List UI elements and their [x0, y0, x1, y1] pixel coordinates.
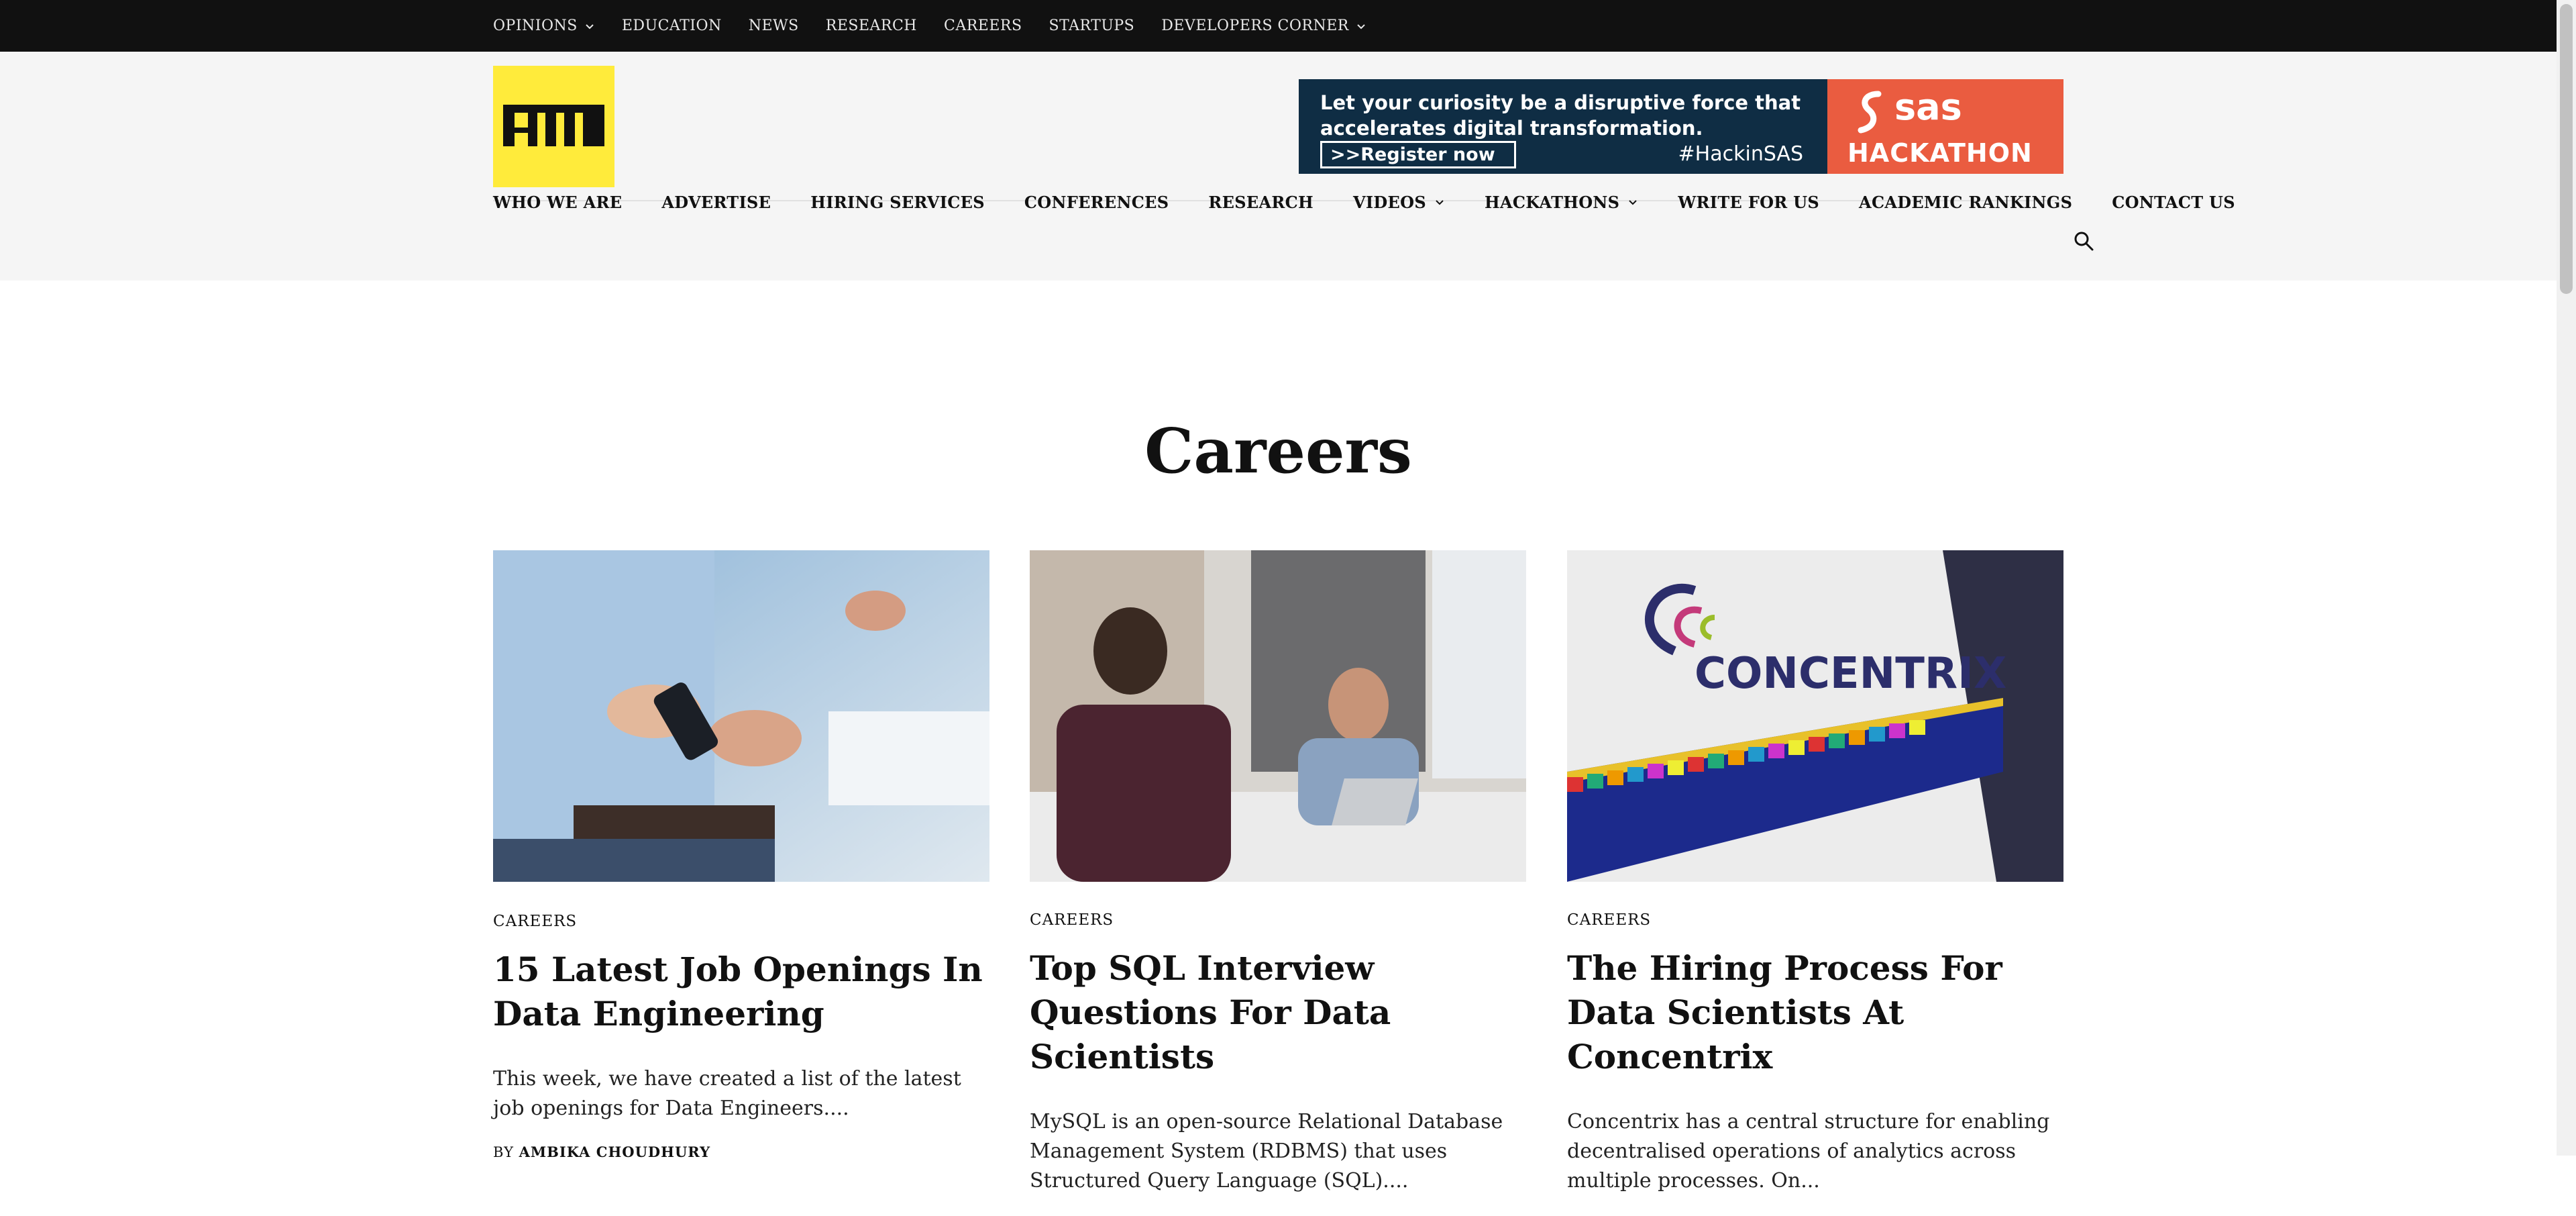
- handshake-phone-photo: [493, 550, 989, 882]
- article-excerpt: MySQL is an open-source Relational Datab…: [1030, 1109, 1503, 1193]
- mainnav-label: WRITE FOR US: [1678, 192, 1820, 212]
- concentrix-sign: CONCENTRIX: [1695, 649, 2006, 699]
- mainnav-label: CONFERENCES: [1024, 192, 1169, 212]
- site-logo[interactable]: [493, 66, 614, 187]
- article-excerpt: Concentrix has a central structure for e…: [1567, 1109, 2050, 1193]
- chevron-down-icon: [586, 23, 594, 29]
- topnav-label: RESEARCH: [825, 17, 917, 34]
- topnav-item-startups[interactable]: STARTUPS: [1049, 17, 1135, 34]
- topnav-item-research[interactable]: RESEARCH: [826, 17, 917, 34]
- chevron-down-icon: [1629, 200, 1638, 205]
- topnav-item-news[interactable]: NEWS: [749, 17, 799, 34]
- mainnav-item-research[interactable]: RESEARCH: [1208, 193, 1313, 212]
- search-icon[interactable]: [2073, 230, 2094, 252]
- mainnav-label: CONTACT US: [2112, 192, 2235, 212]
- interview-meeting-photo: [1030, 550, 1526, 882]
- top-bar: OPINIONS EDUCATION NEWS RESEARCH CAREERS…: [0, 0, 2557, 52]
- mainnav-item-who-we-are[interactable]: WHO WE ARE: [493, 193, 622, 212]
- article-title[interactable]: Top SQL Interview Questions For Data Sci…: [1030, 946, 1526, 1079]
- topnav-item-developers-corner[interactable]: DEVELOPERS CORNER: [1161, 17, 1366, 34]
- topnav-item-careers[interactable]: CAREERS: [944, 17, 1022, 34]
- mainnav-item-advertise[interactable]: ADVERTISE: [661, 193, 771, 212]
- topnav-label: DEVELOPERS CORNER: [1161, 17, 1349, 34]
- article-author[interactable]: AMBIKA CHOUDHURY: [519, 1144, 710, 1160]
- article-excerpt: This week, we have created a list of the…: [493, 1066, 961, 1120]
- main-nav: WHO WE ARE ADVERTISE HIRING SERVICES CON…: [493, 189, 2235, 215]
- topnav-label: CAREERS: [943, 17, 1022, 34]
- page-title: Careers: [1144, 414, 1412, 487]
- scrollbar-thumb[interactable]: [2560, 4, 2573, 294]
- ad-banner-left: Let your curiosity be a disruptive force…: [1299, 79, 1827, 174]
- mainnav-item-write-for-us[interactable]: WRITE FOR US: [1678, 193, 1819, 212]
- topnav-label: STARTUPS: [1049, 17, 1135, 34]
- mainnav-item-hackathons[interactable]: HACKATHONS: [1485, 193, 1638, 212]
- mainnav-label: VIDEOS: [1352, 192, 1426, 212]
- topnav-label: OPINIONS: [493, 17, 578, 34]
- mainnav-label: HACKATHONS: [1484, 192, 1620, 212]
- ad-hashtag: #HackinSAS: [1678, 142, 1803, 166]
- sas-logo-icon: [1858, 91, 1882, 134]
- mainnav-item-conferences[interactable]: CONFERENCES: [1024, 193, 1169, 212]
- mainnav-label: WHO WE ARE: [493, 192, 623, 212]
- article-card: CONCENTRIX CAREERS The Hiring Process Fo…: [1567, 550, 2063, 1216]
- chevron-down-icon: [1357, 23, 1365, 29]
- concentrix-office-photo: CONCENTRIX: [1567, 550, 2063, 882]
- mainnav-item-contact-us[interactable]: CONTACT US: [2112, 193, 2235, 212]
- mainnav-item-videos[interactable]: VIDEOS: [1353, 193, 1445, 212]
- article-image[interactable]: [493, 550, 989, 882]
- topnav-item-education[interactable]: EDUCATION: [622, 17, 722, 34]
- article-image[interactable]: [1030, 550, 1526, 882]
- ad-message: Let your curiosity be a disruptive force…: [1320, 91, 1801, 140]
- topnav-label: NEWS: [748, 17, 799, 34]
- ad-event-name: HACKATHON: [1847, 138, 2033, 168]
- mainnav-label: RESEARCH: [1208, 192, 1313, 212]
- chevron-down-icon: [1436, 200, 1444, 205]
- page-scrollbar[interactable]: [2557, 0, 2576, 1156]
- top-nav: OPINIONS EDUCATION NEWS RESEARCH CAREERS…: [493, 0, 1393, 52]
- ad-banner[interactable]: Let your curiosity be a disruptive force…: [1299, 79, 2063, 174]
- mainnav-label: HIRING SERVICES: [810, 192, 985, 212]
- byline-prefix: BY: [493, 1144, 514, 1160]
- article-card: CAREERS Top SQL Interview Questions For …: [1030, 550, 1526, 1216]
- article-title[interactable]: 15 Latest Job Openings In Data Engineeri…: [493, 948, 989, 1036]
- topnav-item-opinions[interactable]: OPINIONS: [493, 17, 595, 34]
- article-category[interactable]: CAREERS: [1030, 911, 1526, 929]
- article-byline: BY AMBIKA CHOUDHURY: [493, 1144, 989, 1160]
- mainnav-label: ADVERTISE: [661, 192, 771, 212]
- article-category[interactable]: CAREERS: [1567, 911, 2063, 929]
- ad-brand: sas: [1894, 86, 1962, 128]
- article-category[interactable]: CAREERS: [493, 913, 989, 930]
- topnav-label: EDUCATION: [621, 17, 722, 34]
- mainnav-item-academic-rankings[interactable]: ACADEMIC RANKINGS: [1859, 193, 2072, 212]
- article-title[interactable]: The Hiring Process For Data Scientists A…: [1567, 946, 2063, 1079]
- mainnav-label: ACADEMIC RANKINGS: [1859, 192, 2073, 212]
- site-header: Let your curiosity be a disruptive force…: [0, 52, 2557, 281]
- article-image[interactable]: CONCENTRIX: [1567, 550, 2063, 882]
- ad-register-button[interactable]: >>Register now: [1320, 141, 1516, 168]
- aim-logo-icon: [503, 105, 604, 146]
- ad-banner-right: sas HACKATHON: [1827, 79, 2063, 174]
- article-card: CAREERS 15 Latest Job Openings In Data E…: [493, 550, 989, 1160]
- mainnav-item-hiring-services[interactable]: HIRING SERVICES: [810, 193, 985, 212]
